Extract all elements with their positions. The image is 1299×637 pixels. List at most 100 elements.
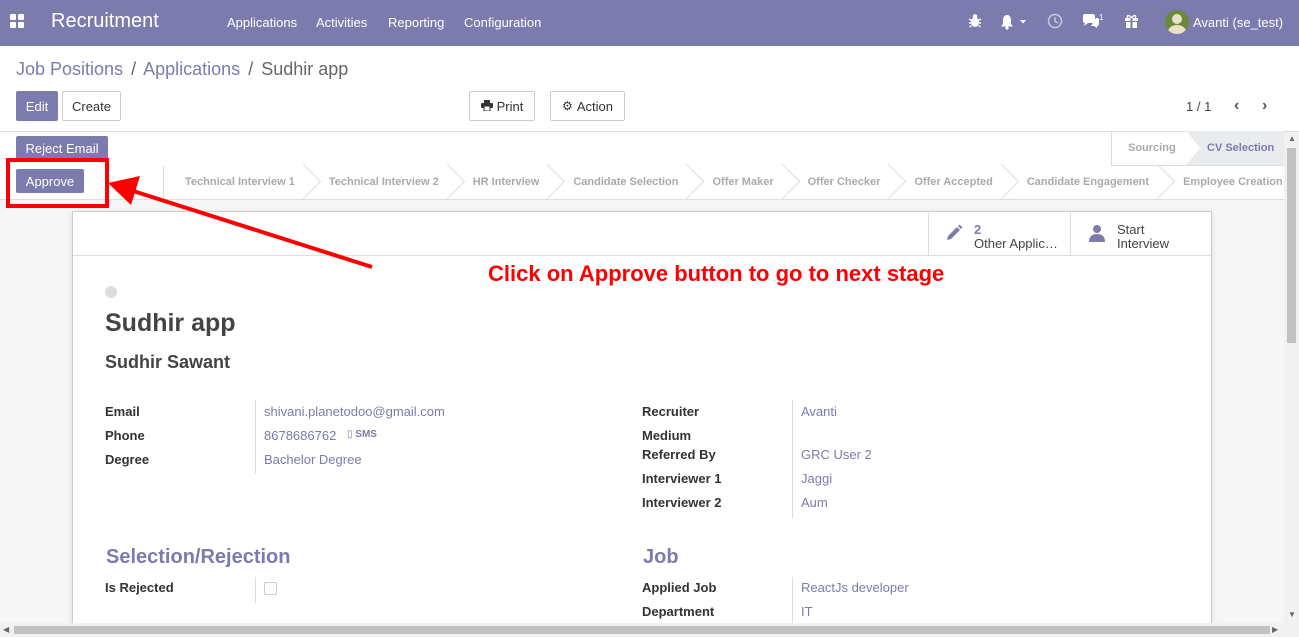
recruiter-label: Recruiter — [642, 404, 700, 419]
applied-job-label: Applied Job — [642, 580, 717, 595]
breadcrumb-job-positions[interactable]: Job Positions — [16, 59, 123, 79]
stage-item[interactable]: Offer Checker — [786, 165, 893, 199]
degree-label: Degree — [105, 452, 150, 467]
applicant-name[interactable]: Sudhir Sawant — [105, 352, 230, 373]
menu-configuration[interactable]: Configuration — [464, 15, 541, 30]
stage-item[interactable]: Candidate Engagement — [1005, 165, 1161, 199]
divider — [0, 131, 1299, 132]
user-avatar[interactable] — [1165, 10, 1189, 34]
stage-item[interactable]: Technical Interview 2 — [307, 165, 451, 199]
user-menu[interactable]: Avanti (se_test) — [1193, 15, 1283, 30]
horizontal-scrollbar[interactable]: ◀ ▶ — [0, 623, 1299, 637]
menu-activities[interactable]: Activities — [316, 15, 367, 30]
referred-by-label: Referred By — [642, 447, 716, 462]
breadcrumb: Job Positions / Applications / Sudhir ap… — [16, 59, 348, 80]
applications-label: Other Applic… — [974, 236, 1058, 251]
interview-label: Interview — [1117, 236, 1170, 251]
vertical-scrollbar[interactable]: ▲ ▼ — [1284, 132, 1299, 623]
top-navbar: Recruitment Applications Activities Repo… — [0, 0, 1299, 46]
sms-label: SMS — [355, 429, 377, 440]
interviewer-1-label: Interviewer 1 — [642, 471, 722, 486]
chat-icon[interactable] — [1082, 13, 1100, 32]
breadcrumb-separator: / — [248, 59, 254, 79]
stage-top-divider — [1111, 131, 1112, 165]
interviewer-2-label: Interviewer 2 — [642, 495, 722, 510]
pager-next-icon[interactable]: › — [1262, 97, 1267, 115]
department-label: Department — [642, 604, 715, 619]
horizontal-scroll-thumb[interactable] — [14, 626, 1270, 634]
action-button[interactable]: ⚙ Action — [550, 91, 625, 121]
field-separator — [792, 577, 793, 625]
other-applications-button[interactable]: 2 Other Applic… — [928, 212, 1070, 255]
stage-item[interactable]: Offer Maker — [690, 165, 785, 199]
reject-email-button[interactable]: Reject Email — [16, 136, 108, 160]
create-label: Create — [71, 98, 112, 114]
stage-cv-selection-active[interactable]: CV Selection — [1207, 131, 1274, 165]
menu-reporting[interactable]: Reporting — [388, 15, 444, 30]
email-value[interactable]: shivani.planetodoo@gmail.com — [264, 404, 445, 419]
apps-grid-icon[interactable] — [10, 14, 26, 30]
menu-applications[interactable]: Applications — [227, 15, 297, 30]
stage-item[interactable]: HR Interview — [451, 165, 552, 199]
stage-pipeline: Technical Interview 1 Technical Intervie… — [163, 165, 1295, 199]
field-separator — [255, 577, 256, 603]
is-rejected-label: Is Rejected — [105, 580, 174, 595]
stage-item[interactable]: Candidate Selection — [551, 165, 690, 199]
field-separator — [792, 400, 793, 518]
breadcrumb-separator: / — [131, 59, 137, 79]
user-icon — [1089, 224, 1105, 247]
annotation-text: Click on Approve button to go to next st… — [488, 261, 945, 286]
gift-icon[interactable] — [1124, 13, 1139, 32]
kanban-state-indicator[interactable] — [105, 286, 117, 298]
email-label: Email — [105, 404, 140, 419]
applications-count: 2 — [974, 222, 982, 237]
bell-icon[interactable] — [1000, 14, 1028, 33]
pager-previous-icon[interactable]: ‹ — [1234, 97, 1239, 115]
pager-value[interactable]: 1 / 1 — [1186, 99, 1211, 114]
phone-label: Phone — [105, 428, 145, 443]
app-title: Recruitment — [51, 10, 159, 32]
degree-value[interactable]: Bachelor Degree — [264, 452, 362, 467]
print-button[interactable]: Print — [469, 91, 535, 121]
start-label: Start — [1117, 222, 1145, 237]
phone-value[interactable]: 8678686762 — [264, 428, 336, 443]
bug-icon[interactable] — [968, 13, 982, 32]
is-rejected-checkbox[interactable] — [264, 582, 277, 595]
clock-icon[interactable] — [1047, 13, 1063, 32]
stage-item[interactable]: Technical Interview 1 — [163, 165, 307, 199]
field-separator — [255, 400, 256, 474]
scroll-right-icon[interactable]: ▶ — [1272, 625, 1278, 634]
chat-count-badge: 1 — [1099, 13, 1104, 22]
action-label: Action — [576, 98, 613, 114]
stage-item[interactable]: Offer Accepted — [892, 165, 1004, 199]
stage-sourcing[interactable]: Sourcing — [1128, 131, 1176, 165]
scroll-up-icon[interactable]: ▲ — [1288, 134, 1296, 143]
referred-by-value[interactable]: GRC User 2 — [801, 447, 872, 462]
vertical-scroll-thumb[interactable] — [1287, 148, 1296, 343]
applied-job-value[interactable]: ReactJs developer — [801, 580, 909, 595]
approve-highlight-box — [6, 158, 109, 208]
print-icon — [480, 99, 493, 114]
breadcrumb-current: Sudhir app — [261, 59, 349, 79]
start-interview-button[interactable]: Start Interview — [1070, 212, 1211, 255]
print-label: Print — [496, 98, 524, 114]
scroll-left-icon[interactable]: ◀ — [3, 625, 9, 634]
create-button[interactable]: Create — [62, 91, 121, 121]
interviewer-2-value[interactable]: Aum — [801, 495, 828, 510]
selection-rejection-heading: Selection/Rejection — [106, 546, 291, 568]
breadcrumb-applications[interactable]: Applications — [143, 59, 240, 79]
interviewer-1-value[interactable]: Jaggi — [801, 471, 832, 486]
mobile-icon: ▯ — [347, 429, 353, 440]
gear-icon: ⚙ — [562, 99, 573, 113]
scroll-down-icon[interactable]: ▼ — [1288, 610, 1296, 619]
application-title[interactable]: Sudhir app — [105, 309, 236, 338]
department-value[interactable]: IT — [801, 604, 813, 619]
pencil-icon — [945, 224, 963, 247]
job-heading: Job — [643, 546, 679, 568]
stage-item[interactable]: Employee Creation — [1161, 165, 1295, 199]
medium-label: Medium — [642, 428, 692, 443]
edit-button[interactable]: Edit — [16, 91, 58, 121]
sms-button[interactable]: ▯ SMS — [347, 429, 377, 440]
recruiter-value[interactable]: Avanti — [801, 404, 837, 419]
smart-button-box: 2 Other Applic… Start Interview — [73, 212, 1211, 256]
